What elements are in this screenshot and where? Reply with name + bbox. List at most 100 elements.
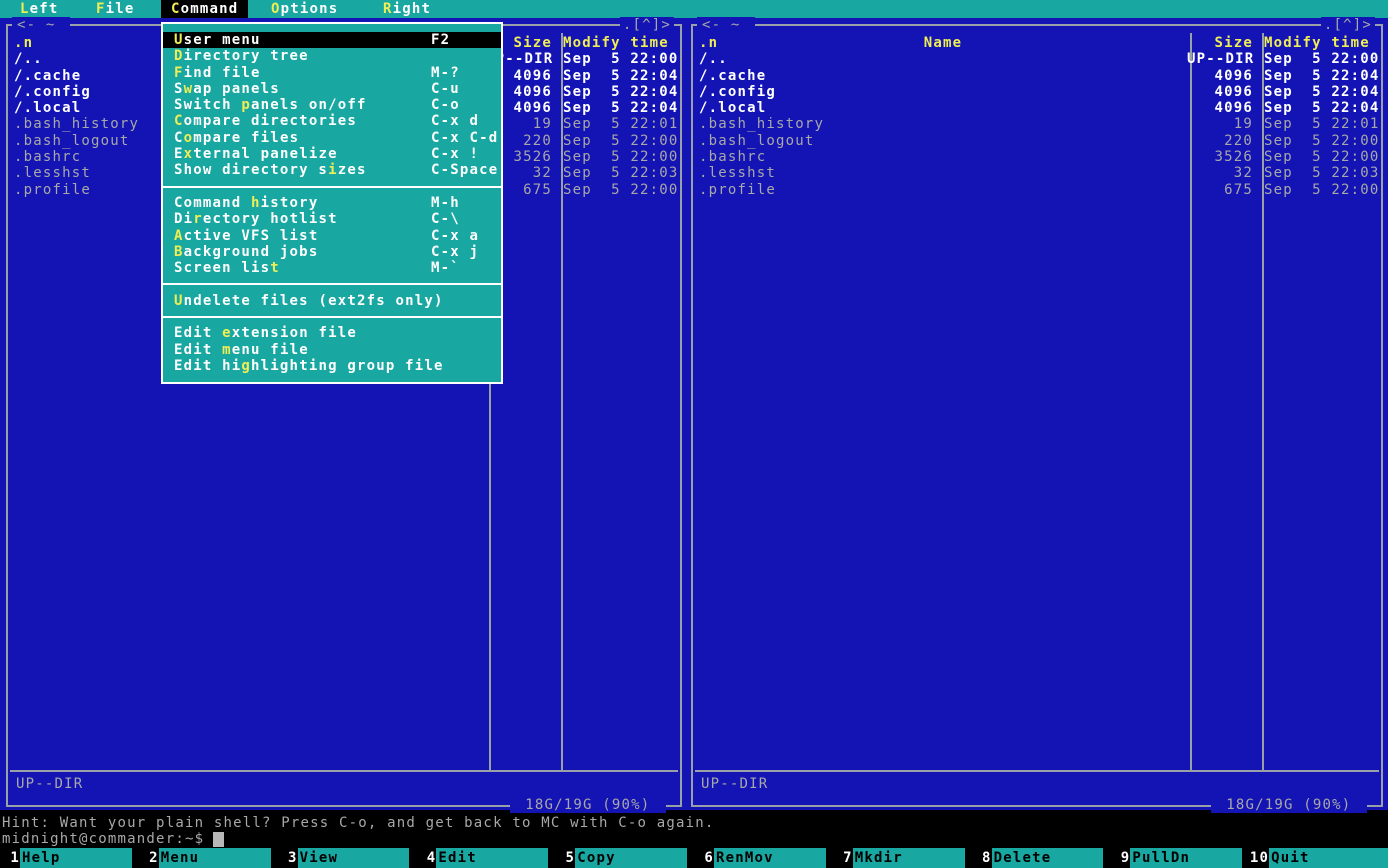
menu-item-external-panelize[interactable]: External panelizeC-x ! — [163, 146, 501, 162]
file-size: 220 — [1187, 133, 1259, 149]
hotkey-letter: i — [328, 162, 338, 178]
file-mtime: Sep 5 22:04 — [1259, 100, 1379, 116]
label-text: ommand — [181, 1, 239, 17]
menu-item-edit-extension-file[interactable]: Edit extension file — [163, 325, 501, 341]
menu-item-compare-files[interactable]: Compare filesC-x C-d — [163, 130, 501, 146]
label-text: Switch — [174, 97, 241, 113]
menu-item-switch-panels-on-off[interactable]: Switch panels on/offC-o — [163, 97, 501, 113]
file-name: /.config — [695, 84, 1187, 100]
fkey-7-mkdir[interactable]: 7Mkdir — [833, 848, 972, 868]
hotkey-letter: D — [174, 48, 184, 64]
hotkey-letter: R — [383, 1, 393, 17]
menu-item-shortcut: C-Space — [431, 162, 498, 178]
file-mtime: Sep 5 22:00 — [558, 182, 678, 198]
hotkey-letter: U — [174, 293, 184, 309]
label-text: ternal panelize — [193, 146, 337, 162]
mtime-column-header[interactable]: Modify time — [1259, 35, 1379, 51]
fkey-2-menu[interactable]: 2Menu — [139, 848, 278, 868]
right-panel-path[interactable]: <- ~ — [697, 17, 755, 33]
menu-item-shortcut: C-x d — [431, 113, 479, 129]
file-row[interactable]: .lesshst32Sep 5 22:03 — [695, 165, 1379, 181]
label-text: E — [174, 146, 184, 162]
fkey-number: 3 — [278, 848, 298, 868]
menubar-item-left[interactable]: Left — [20, 0, 59, 18]
mtime-column-header[interactable]: Modify time — [558, 35, 678, 51]
menu-item-user-menu[interactable]: User menuF2 — [163, 32, 501, 48]
menu-bar: Left File Command Options Right — [0, 0, 1388, 18]
left-panel-scroll-marker[interactable]: .[^]> — [620, 17, 674, 33]
label-text: xtension file — [232, 325, 357, 341]
file-size: 675 — [1187, 182, 1259, 198]
label-text: Di — [174, 211, 193, 227]
name-column-header[interactable]: .nName — [695, 35, 1187, 51]
menubar-item-options[interactable]: Options — [271, 0, 338, 18]
menu-item-undelete-files-ext2fs-only[interactable]: Undelete files (ext2fs only) — [163, 293, 501, 309]
menu-item-active-vfs-list[interactable]: Active VFS listC-x a — [163, 228, 501, 244]
file-row[interactable]: .profile675Sep 5 22:00 — [695, 182, 1379, 198]
fkey-3-view[interactable]: 3View — [278, 848, 417, 868]
right-panel-scroll-marker[interactable]: .[^]> — [1321, 17, 1375, 33]
menu-item-edit-highlighting-group-file[interactable]: Edit highlighting group file — [163, 358, 501, 374]
file-row[interactable]: /.config4096Sep 5 22:04 — [695, 84, 1379, 100]
file-name: .profile — [695, 182, 1187, 198]
shell-prompt-line[interactable]: midnight@commander:~$ — [2, 831, 1388, 847]
fkey-5-copy[interactable]: 5Copy — [555, 848, 694, 868]
hotkey-letter: L — [20, 1, 30, 17]
menu-separator — [163, 276, 501, 292]
menu-item-shortcut: C-o — [431, 97, 460, 113]
hotkey-letter: o — [184, 130, 194, 146]
fkey-label: Menu — [159, 848, 271, 868]
hotkey-letter: p — [241, 97, 251, 113]
menubar-item-file[interactable]: File — [96, 0, 135, 18]
file-row[interactable]: .bash_history19Sep 5 22:01 — [695, 116, 1379, 132]
file-name: .bash_logout — [695, 133, 1187, 149]
file-row[interactable]: /.local4096Sep 5 22:04 — [695, 100, 1379, 116]
label-text: Show directory s — [174, 162, 328, 178]
menu-item-show-directory-sizes[interactable]: Show directory sizesC-Space — [163, 162, 501, 178]
file-row[interactable]: .bashrc3526Sep 5 22:00 — [695, 149, 1379, 165]
fkey-6-renmov[interactable]: 6RenMov — [694, 848, 833, 868]
fkey-label: View — [298, 848, 410, 868]
menu-item-edit-menu-file[interactable]: Edit menu file — [163, 342, 501, 358]
menu-item-shortcut: C-u — [431, 81, 460, 97]
label-text: ompare directories — [184, 113, 357, 129]
file-mtime: Sep 5 22:04 — [1259, 68, 1379, 84]
fkey-4-edit[interactable]: 4Edit — [416, 848, 555, 868]
label-text: hlighting group file — [251, 358, 444, 374]
menu-item-background-jobs[interactable]: Background jobsC-x j — [163, 244, 501, 260]
file-name: /.cache — [695, 68, 1187, 84]
fkey-label: Quit — [1269, 848, 1388, 868]
menubar-item-command[interactable]: Command — [161, 0, 248, 18]
menubar-item-right[interactable]: Right — [383, 0, 431, 18]
menu-item-find-file[interactable]: Find fileM-? — [163, 65, 501, 81]
label-text: ap panels — [193, 81, 280, 97]
label-text: S — [174, 81, 184, 97]
left-panel-path[interactable]: <- ~ — [12, 17, 70, 33]
fkey-9-pulldn[interactable]: 9PullDn — [1110, 848, 1249, 868]
fkey-10-quit[interactable]: 10Quit — [1249, 848, 1388, 868]
menu-item-directory-tree[interactable]: Directory tree — [163, 48, 501, 64]
menu-item-command-history[interactable]: Command historyM-h — [163, 195, 501, 211]
fkey-number: 1 — [0, 848, 20, 868]
fkey-number: 8 — [972, 848, 992, 868]
fkey-1-help[interactable]: 1Help — [0, 848, 139, 868]
size-column-header[interactable]: Size — [1187, 35, 1259, 51]
label-text: ackground jobs — [184, 244, 319, 260]
fkey-8-delete[interactable]: 8Delete — [972, 848, 1111, 868]
text-cursor — [213, 832, 224, 847]
menu-item-compare-directories[interactable]: Compare directoriesC-x d — [163, 113, 501, 129]
menu-item-screen-list[interactable]: Screen listM-` — [163, 260, 501, 276]
file-row[interactable]: .bash_logout220Sep 5 22:00 — [695, 133, 1379, 149]
label-text: ser menu — [184, 32, 261, 48]
file-size: 4096 — [1187, 68, 1259, 84]
fkey-number: 6 — [694, 848, 714, 868]
file-row[interactable]: /.cache4096Sep 5 22:04 — [695, 68, 1379, 84]
file-row[interactable]: /..UP--DIRSep 5 22:00 — [695, 51, 1379, 67]
file-name: /.. — [695, 51, 1187, 67]
fkey-label: Copy — [575, 848, 687, 868]
file-mtime: Sep 5 22:01 — [558, 116, 678, 132]
menu-item-swap-panels[interactable]: Swap panelsC-u — [163, 81, 501, 97]
hotkey-letter: U — [174, 32, 184, 48]
file-mtime: Sep 5 22:00 — [1259, 149, 1379, 165]
menu-item-directory-hotlist[interactable]: Directory hotlistC-\ — [163, 211, 501, 227]
